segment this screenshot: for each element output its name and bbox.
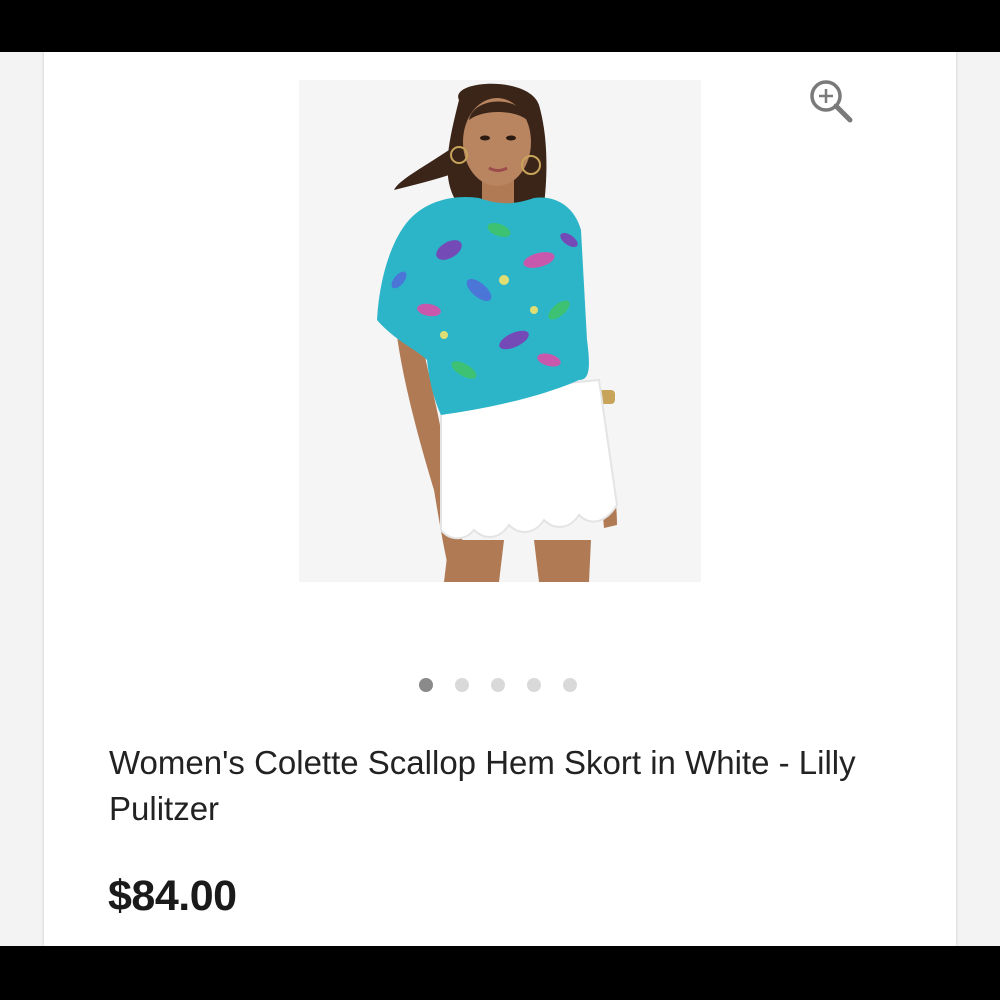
product-price: $84.00 [108,872,237,920]
product-card: Women's Colette Scallop Hem Skort in Whi… [44,52,956,946]
carousel-dot-2[interactable] [455,678,469,692]
product-title: Women's Colette Scallop Hem Skort in Whi… [109,744,856,827]
top-black-bar [0,0,1000,52]
carousel-dot-1[interactable] [419,678,433,692]
zoom-in-icon [810,80,853,123]
product-photo [299,80,701,582]
carousel-dot-3[interactable] [491,678,505,692]
carousel-indicator [419,678,577,694]
carousel-dot-4[interactable] [527,678,541,692]
zoom-button[interactable] [804,74,860,130]
product-image[interactable] [299,80,701,582]
bottom-black-bar [0,946,1000,1000]
carousel-dot-5[interactable] [563,678,577,692]
